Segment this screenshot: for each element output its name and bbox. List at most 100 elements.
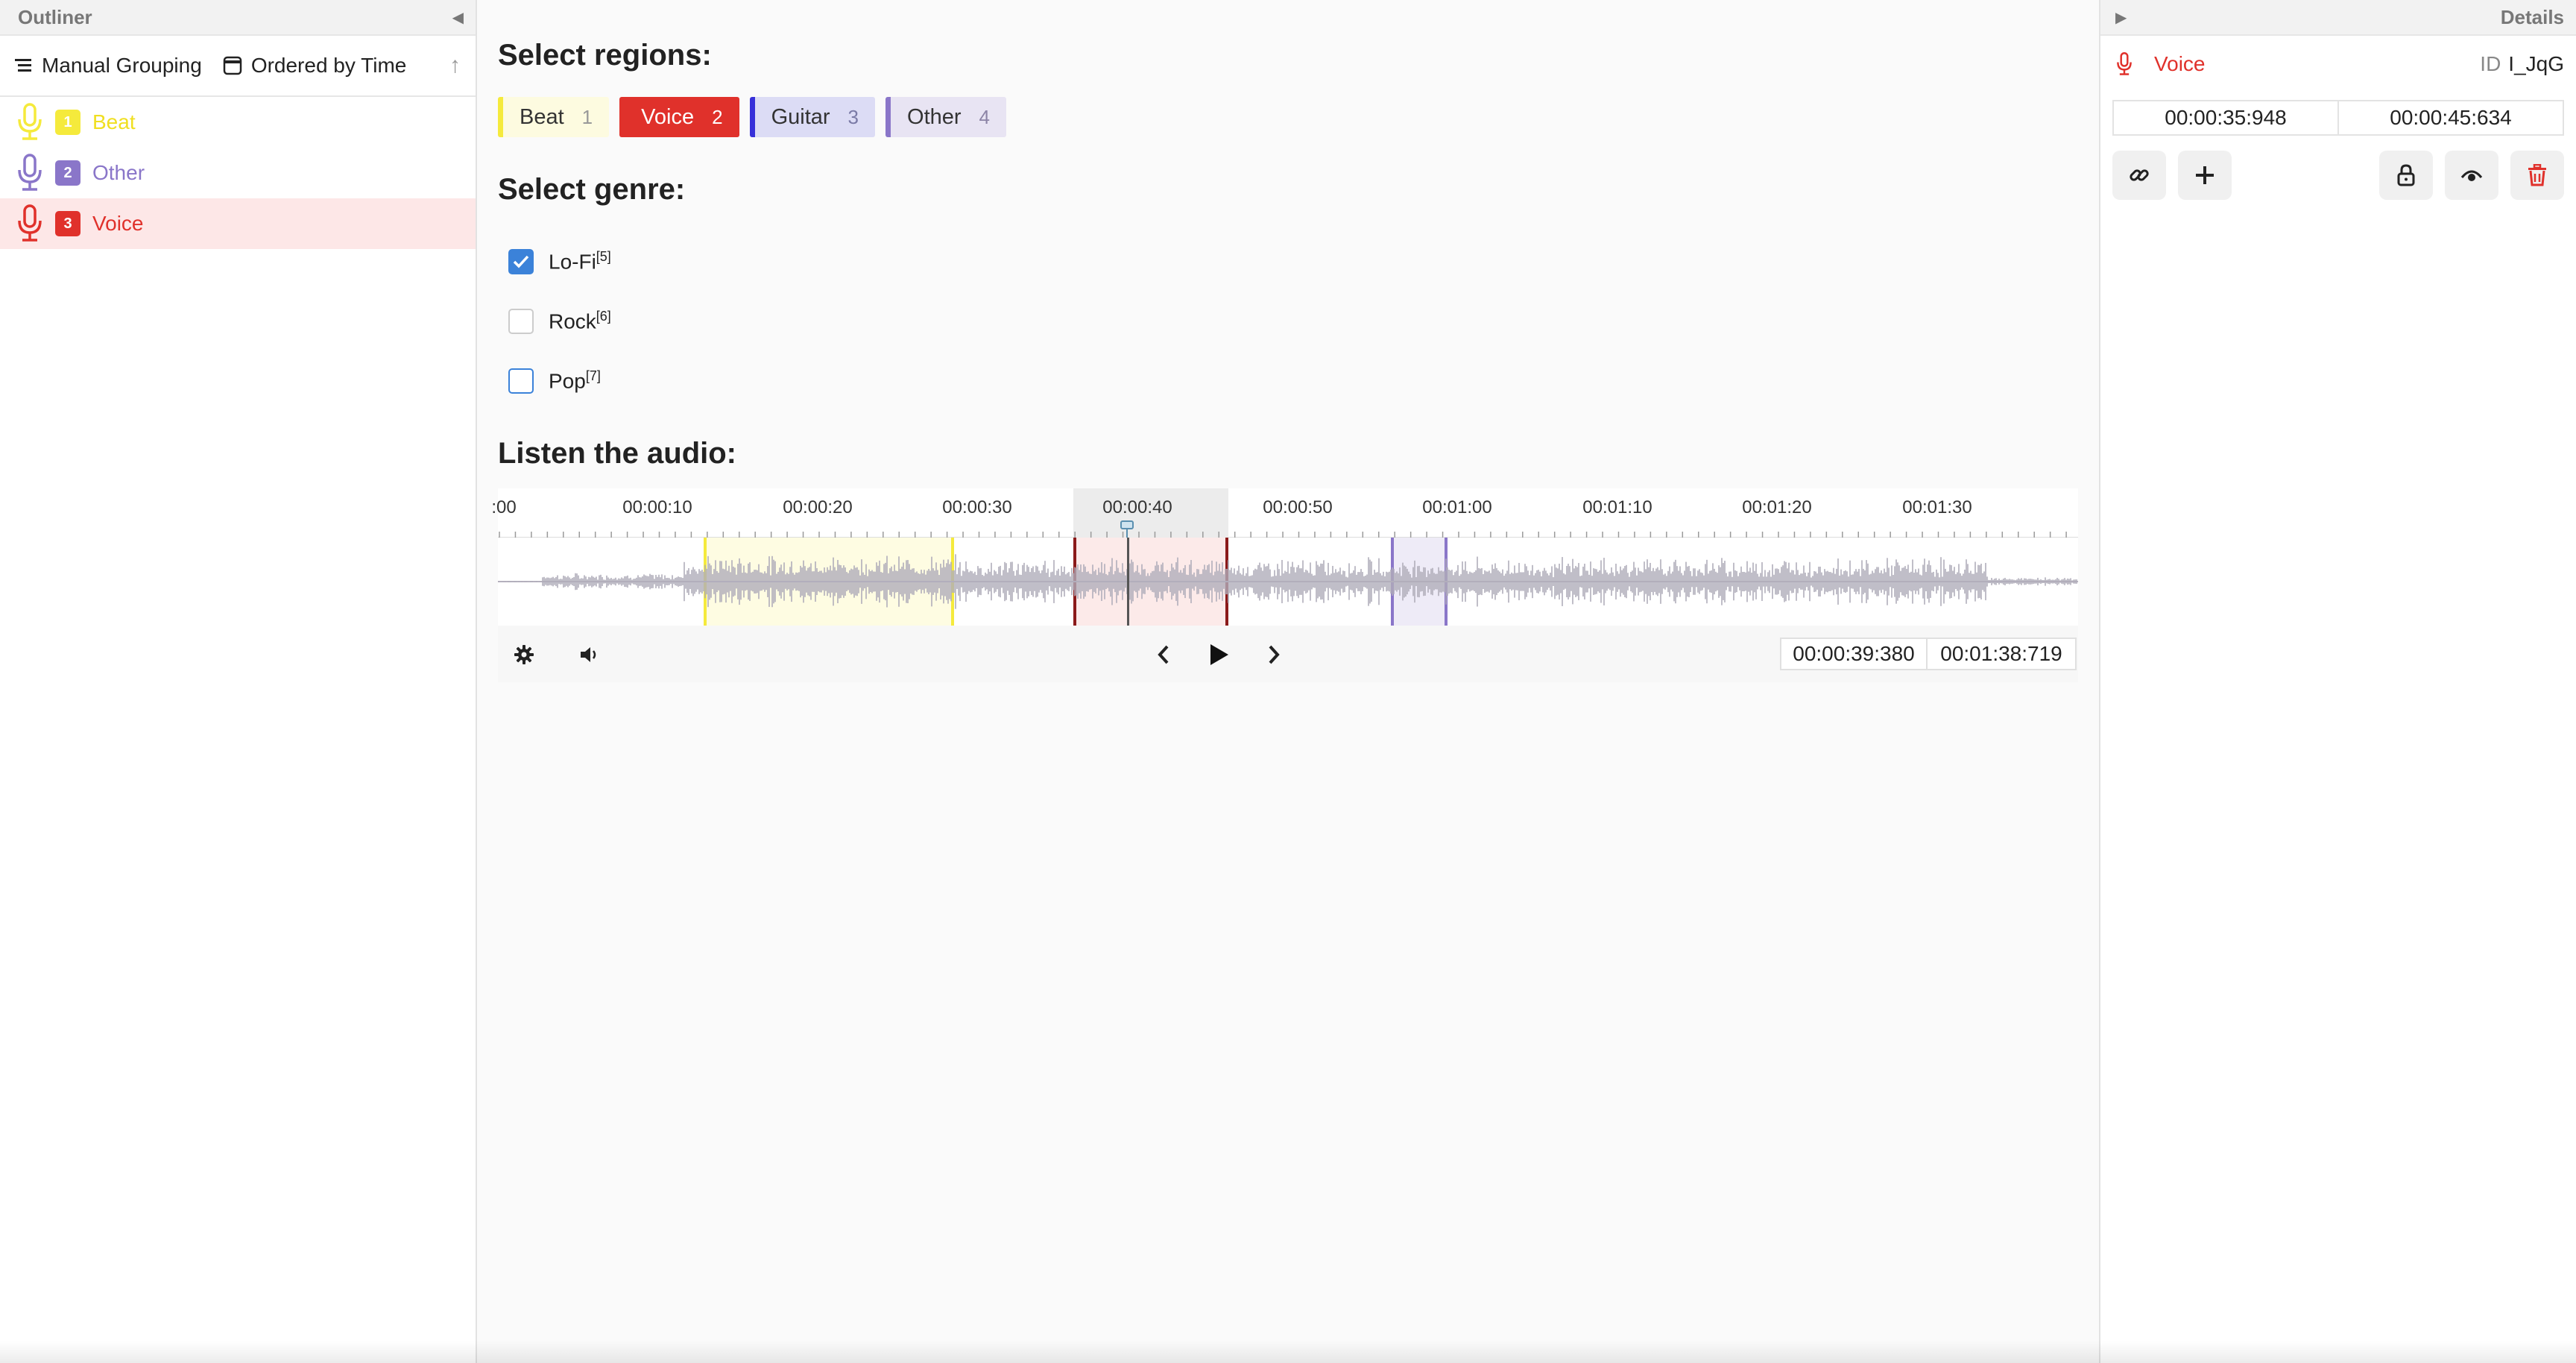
play-icon bbox=[1210, 644, 1228, 665]
chip-hotkey: 1 bbox=[581, 105, 593, 128]
play-button[interactable] bbox=[1200, 636, 1237, 673]
chip-label: Guitar bbox=[771, 104, 830, 129]
chip-hotkey: 4 bbox=[979, 105, 991, 128]
expand-right-icon[interactable]: ▶ bbox=[2115, 8, 2127, 27]
lock-icon bbox=[2397, 164, 2415, 186]
region-chip-other[interactable]: Other 4 bbox=[886, 97, 1007, 137]
genre-heading: Select genre: bbox=[498, 173, 686, 206]
outliner-item-voice[interactable]: 3 Voice bbox=[0, 198, 476, 249]
audio-player: :00 00:00:10 00:00:20 00:00:30 00:00:40 … bbox=[491, 488, 2078, 682]
outliner-header: Outliner ◀ bbox=[0, 0, 476, 36]
genre-option-lofi[interactable]: Lo-Fi[5] bbox=[508, 249, 611, 274]
grouping-dropdown[interactable]: Manual Grouping bbox=[15, 54, 202, 78]
chip-label: Beat bbox=[520, 104, 564, 129]
chip-hotkey: 3 bbox=[847, 105, 859, 128]
tick-label: 00:01:20 bbox=[1742, 497, 1812, 517]
lock-button[interactable] bbox=[2379, 151, 2433, 200]
item-badge: 1 bbox=[55, 110, 80, 135]
tick-label: 00:00:50 bbox=[1263, 497, 1333, 517]
link-button[interactable] bbox=[2112, 151, 2166, 200]
item-badge: 3 bbox=[55, 211, 80, 236]
tick-label: 00:01:10 bbox=[1582, 497, 1652, 517]
item-label: Other bbox=[92, 161, 145, 184]
genre-label: Rock[6] bbox=[549, 309, 611, 333]
waveform-graphic bbox=[498, 554, 2078, 609]
microphone-icon bbox=[18, 204, 42, 242]
eye-icon bbox=[2460, 170, 2483, 181]
region-chip-beat[interactable]: Beat 1 bbox=[498, 97, 610, 137]
tick-label: 00:01:30 bbox=[1902, 497, 1972, 517]
outliner-item-beat[interactable]: 1 Beat bbox=[0, 97, 476, 148]
current-time-field[interactable]: 00:00:39:380 bbox=[1780, 638, 1928, 670]
playhead-line bbox=[1127, 538, 1129, 626]
genre-label: Lo-Fi[5] bbox=[549, 249, 611, 274]
outliner-list: 1 Beat 2 Other 3 Voice bbox=[0, 97, 476, 249]
waveform[interactable] bbox=[498, 538, 2078, 626]
check-icon bbox=[513, 255, 529, 268]
chevron-right-icon bbox=[1269, 645, 1280, 664]
genre-option-rock[interactable]: Rock[6] bbox=[508, 309, 611, 334]
details-header: ▶ Details bbox=[2100, 0, 2576, 36]
microphone-icon bbox=[2117, 52, 2132, 75]
calendar-icon bbox=[223, 56, 242, 75]
plus-icon bbox=[2196, 166, 2214, 184]
collapse-left-icon[interactable]: ◀ bbox=[452, 8, 464, 27]
outliner-toolbar: Manual Grouping Ordered by Time ↑ bbox=[0, 36, 476, 97]
chevron-left-icon bbox=[1158, 645, 1169, 664]
tick-label: 00:01:00 bbox=[1422, 497, 1492, 517]
prev-button[interactable] bbox=[1145, 636, 1182, 673]
details-region-row: Voice ID I_JqG bbox=[2100, 36, 2576, 92]
next-button[interactable] bbox=[1255, 636, 1292, 673]
checkbox-rock[interactable] bbox=[508, 309, 534, 334]
playhead-marker-icon[interactable] bbox=[1120, 520, 1134, 538]
timeline-ruler[interactable]: :00 00:00:10 00:00:20 00:00:30 00:00:40 … bbox=[491, 488, 2078, 538]
tick-label: 00:00:30 bbox=[942, 497, 1012, 517]
details-id-prefix: ID bbox=[2480, 52, 2501, 75]
arrow-up-icon[interactable]: ↑ bbox=[449, 53, 461, 78]
duration-field: 00:01:38:719 bbox=[1928, 638, 2077, 670]
outliner-title: Outliner bbox=[18, 5, 92, 28]
details-region-label: Voice bbox=[2154, 52, 2206, 75]
item-label: Voice bbox=[92, 212, 144, 235]
microphone-icon bbox=[18, 103, 42, 140]
details-panel: ▶ Details Voice ID I_JqG 00:00:35:948 00… bbox=[2099, 0, 2576, 1363]
trash-icon bbox=[2528, 164, 2546, 186]
delete-button[interactable] bbox=[2510, 151, 2564, 200]
microphone-icon bbox=[18, 154, 42, 191]
link-icon bbox=[2130, 169, 2149, 181]
end-time-field[interactable]: 00:00:45:634 bbox=[2339, 100, 2564, 136]
audio-heading: Listen the audio: bbox=[498, 437, 736, 470]
settings-button[interactable] bbox=[505, 636, 543, 673]
tick-label: 00:00:20 bbox=[783, 497, 853, 517]
checkbox-lofi[interactable] bbox=[508, 249, 534, 274]
player-controls: 00:00:39:380 00:01:38:719 bbox=[498, 626, 2078, 682]
tick-label: 00:00:10 bbox=[622, 497, 692, 517]
ordering-dropdown[interactable]: Ordered by Time bbox=[223, 54, 407, 78]
grouping-label: Manual Grouping bbox=[42, 54, 202, 77]
details-title: Details bbox=[2500, 5, 2564, 28]
regions-heading: Select regions: bbox=[498, 39, 712, 72]
genre-label: Pop[7] bbox=[549, 368, 601, 393]
visibility-button[interactable] bbox=[2445, 151, 2498, 200]
region-chip-voice[interactable]: Voice 2 bbox=[619, 97, 739, 137]
chip-label: Other bbox=[907, 104, 962, 129]
genre-option-pop[interactable]: Pop[7] bbox=[508, 368, 601, 394]
start-time-field[interactable]: 00:00:35:948 bbox=[2112, 100, 2339, 136]
chip-label: Voice bbox=[641, 104, 695, 129]
ordering-label: Ordered by Time bbox=[250, 54, 407, 77]
chip-hotkey: 2 bbox=[712, 105, 723, 128]
list-icon bbox=[15, 59, 31, 72]
checkbox-pop[interactable] bbox=[508, 368, 534, 394]
gear-icon bbox=[514, 645, 534, 664]
add-button[interactable] bbox=[2178, 151, 2232, 200]
details-time-range: 00:00:35:948 00:00:45:634 bbox=[2112, 100, 2564, 136]
details-actions bbox=[2100, 151, 2576, 218]
outliner-panel: Outliner ◀ Manual Grouping Ordered by Ti… bbox=[0, 0, 477, 1363]
tick-label: :00 bbox=[491, 497, 517, 517]
item-label: Beat bbox=[92, 110, 136, 133]
region-chip-guitar[interactable]: Guitar 3 bbox=[749, 97, 876, 137]
tick-label: 00:00:40 bbox=[1102, 497, 1172, 517]
volume-button[interactable] bbox=[571, 636, 608, 673]
speaker-icon bbox=[581, 647, 596, 662]
outliner-item-other[interactable]: 2 Other bbox=[0, 148, 476, 198]
